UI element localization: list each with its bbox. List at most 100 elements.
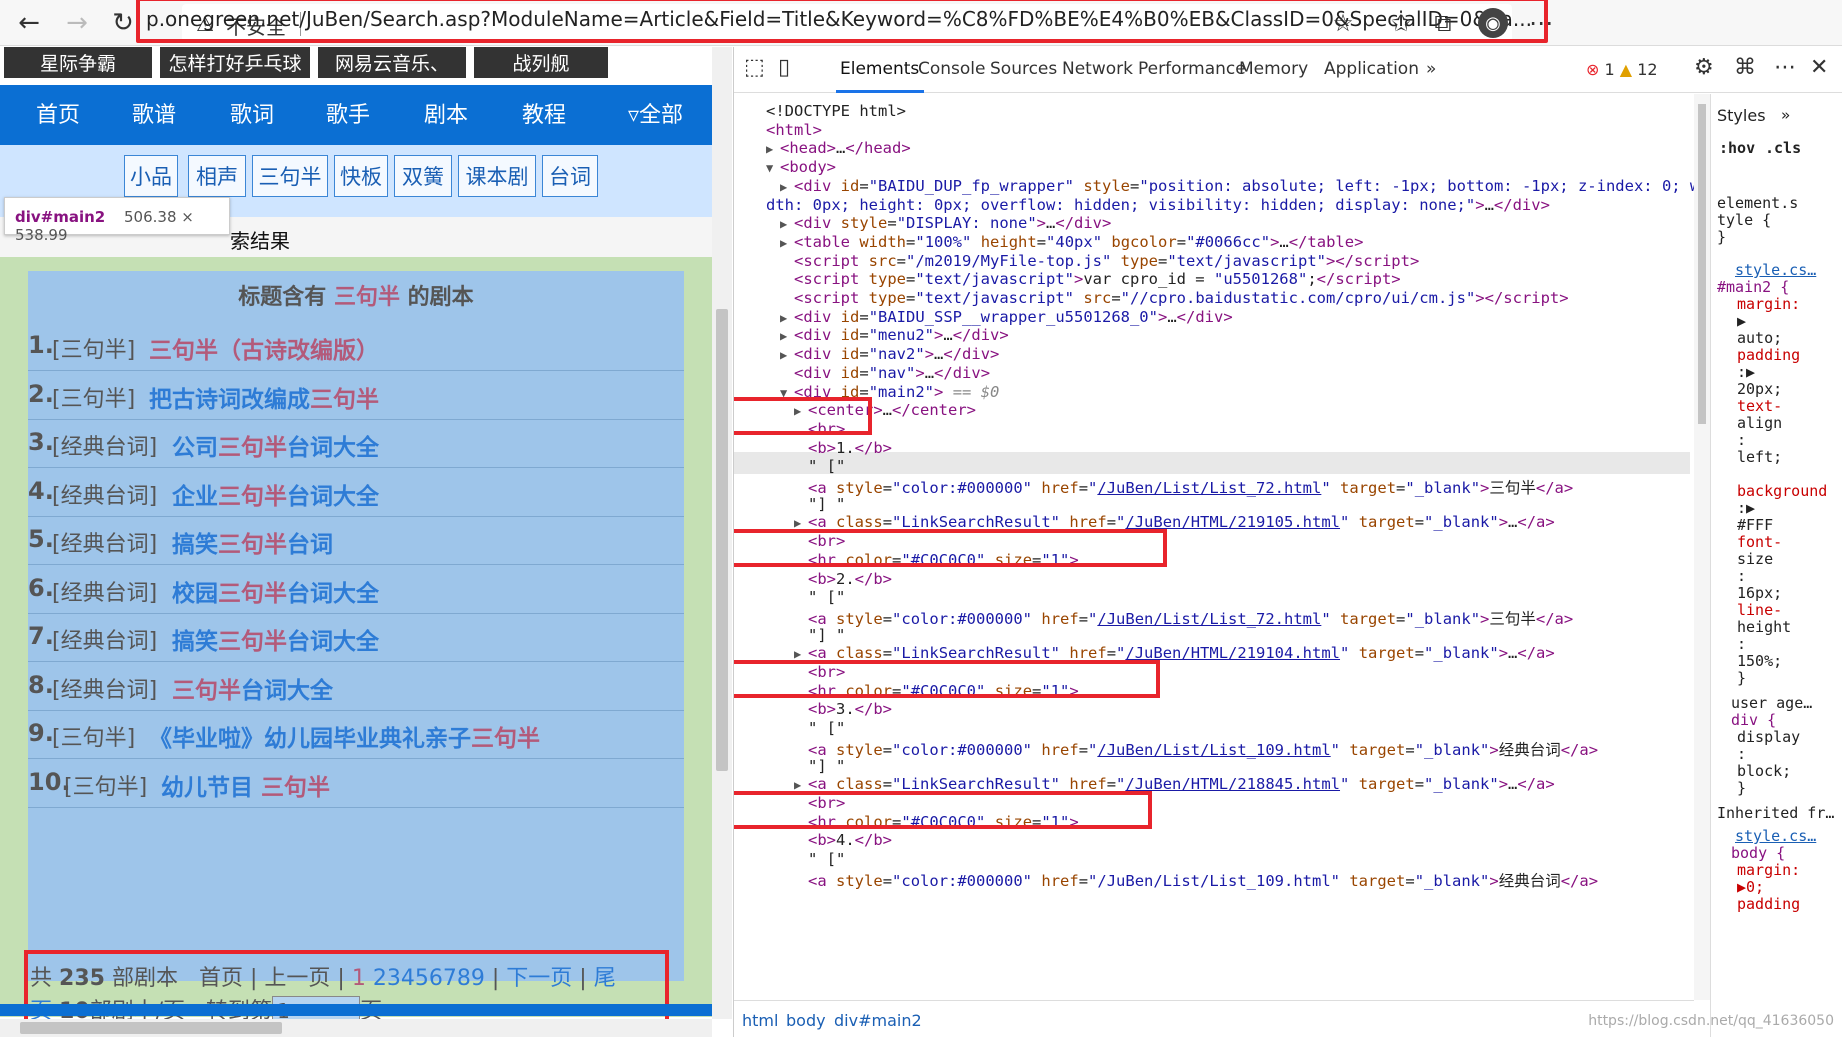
result-title-keyword[interactable]: 三句半	[218, 435, 287, 461]
nav-tutorials[interactable]: 教程	[522, 97, 566, 129]
tab-console[interactable]: Console	[918, 59, 986, 79]
inspect-element-icon[interactable]: ⬚	[744, 55, 765, 80]
result-title-keyword[interactable]: 三句半	[218, 484, 287, 510]
result-category-link[interactable]: [经典台词]	[52, 575, 157, 607]
back-icon[interactable]: ←	[12, 6, 46, 40]
result-title-text[interactable]: 台词	[287, 532, 333, 558]
tab-network[interactable]: Network	[1062, 59, 1133, 79]
expand-triangle-icon[interactable]: ▶	[780, 217, 794, 231]
result-title-text[interactable]: 台词大全	[287, 581, 379, 607]
breadcrumb-main2[interactable]: div#main2	[834, 1011, 922, 1030]
pager-home[interactable]: 首页	[199, 966, 243, 991]
expand-triangle-icon[interactable]: ▶	[780, 348, 794, 362]
pager-last[interactable]: 尾	[594, 966, 616, 991]
settings-gear-icon[interactable]: ⚙	[1694, 55, 1714, 80]
result-title-keyword[interactable]: 三句半	[310, 387, 379, 413]
expand-triangle-icon[interactable]: ▼	[766, 161, 780, 175]
breadcrumb-html[interactable]: html	[742, 1011, 778, 1030]
result-title-keyword[interactable]: 三句半（古诗改编版）	[149, 338, 379, 364]
nav-home[interactable]: 首页	[36, 97, 80, 129]
result-title-text[interactable]: 台词大全	[287, 435, 379, 461]
stylesheet-source-link[interactable]: style.cs…	[1735, 261, 1816, 279]
result-title-keyword[interactable]: 三句半	[172, 678, 241, 704]
result-title-keyword[interactable]: 三句半	[261, 775, 330, 801]
expand-triangle-icon[interactable]: ▶	[766, 142, 780, 156]
breadcrumb-body[interactable]: body	[786, 1011, 826, 1030]
result-title-link[interactable]: 搞笑三句半台词	[172, 525, 333, 559]
class-toggle[interactable]: .cls	[1765, 139, 1801, 157]
banner-item-3[interactable]: 网易云音乐、	[318, 47, 466, 78]
tab-memory[interactable]: Memory	[1239, 59, 1308, 79]
pager-next[interactable]: 下一页	[506, 966, 572, 991]
expand-triangle-icon[interactable]: ▶	[780, 329, 794, 343]
result-category-link[interactable]: [经典台词]	[52, 526, 157, 558]
tab-performance[interactable]: Performance	[1138, 59, 1246, 79]
result-category-link[interactable]: [经典台词]	[52, 478, 157, 510]
stylesheet-source-link-2[interactable]: style.cs…	[1735, 827, 1816, 845]
expand-triangle-icon[interactable]: ▶	[780, 180, 794, 194]
result-title-text[interactable]: 企业	[172, 484, 218, 510]
pager-page-link[interactable]: 4	[401, 966, 415, 991]
issues-counter[interactable]: ⊗ 1 ▲ 12	[1586, 60, 1658, 79]
dom-tree-scrollbar[interactable]	[1694, 94, 1710, 1000]
result-title-keyword[interactable]: 三句半	[218, 581, 287, 607]
category-xiaopin[interactable]: 小品	[124, 155, 178, 197]
page-vertical-scrollbar[interactable]	[712, 47, 732, 1019]
result-category-link[interactable]: [三句半]	[52, 332, 135, 364]
tab-elements[interactable]: Elements	[840, 59, 919, 79]
nav-all[interactable]: ▿全部	[628, 97, 683, 129]
result-title-text[interactable]: 搞笑	[172, 629, 218, 655]
result-category-link[interactable]: [三句半]	[52, 720, 135, 752]
banner-item-1[interactable]: 星际争霸	[4, 47, 152, 78]
result-category-link[interactable]: [经典台词]	[52, 623, 157, 655]
result-title-link[interactable]: 搞笑三句半台词大全	[172, 622, 379, 656]
device-toolbar-icon[interactable]: ▯	[778, 55, 790, 80]
more-menu-icon[interactable]: ⋯	[1524, 6, 1558, 40]
category-sanjuban[interactable]: 三句半	[252, 155, 328, 197]
pager-page-link[interactable]: 2	[373, 966, 387, 991]
favorite-star-icon[interactable]: ☆	[1326, 6, 1360, 40]
result-title-keyword[interactable]: 三句半	[218, 532, 287, 558]
expand-triangle-icon[interactable]: ▶	[780, 311, 794, 325]
category-xiangsheng[interactable]: 相声	[188, 155, 246, 197]
tab-sources[interactable]: Sources	[990, 59, 1057, 79]
forward-icon[interactable]: →	[60, 6, 94, 40]
refresh-icon[interactable]: ↻	[106, 6, 140, 40]
dom-node-line[interactable]: <a style="color:#000000" href="/JuBen/Li…	[794, 476, 1573, 498]
page-horizontal-scroll-thumb[interactable]	[20, 1022, 282, 1034]
hover-toggle[interactable]: :hov	[1719, 139, 1755, 157]
result-category-link[interactable]: [经典台词]	[52, 429, 157, 461]
result-title-link[interactable]: 幼儿节目 三句半	[161, 768, 330, 802]
page-horizontal-scrollbar[interactable]	[0, 1019, 712, 1037]
result-title-link[interactable]: 三句半台词大全	[172, 671, 333, 705]
result-category-link[interactable]: [经典台词]	[52, 672, 157, 704]
page-vertical-scroll-thumb[interactable]	[716, 309, 728, 771]
result-title-link[interactable]: 三句半（古诗改编版）	[149, 331, 379, 365]
pager-page-link[interactable]: 3	[387, 966, 401, 991]
result-title-text[interactable]: 公司	[172, 435, 218, 461]
result-title-link[interactable]: 校园三句半台词大全	[172, 574, 379, 608]
banner-item-4[interactable]: 战列舰	[474, 47, 608, 78]
result-title-text[interactable]: 幼儿节目	[161, 775, 261, 801]
pager-prev[interactable]: 上一页	[264, 966, 330, 991]
result-title-link[interactable]: 《毕业啦》幼儿园毕业典礼亲子三句半	[149, 719, 540, 753]
pager-page-link[interactable]: 8	[457, 966, 471, 991]
dom-node-line[interactable]: <a style="color:#000000" href="/JuBen/Li…	[794, 869, 1598, 891]
dom-tree-scroll-thumb[interactable]	[1698, 104, 1706, 424]
nav-lyrics[interactable]: 歌词	[230, 97, 274, 129]
favorites-list-icon[interactable]: ✩	[1384, 6, 1418, 40]
collections-icon[interactable]: ⧉	[1426, 6, 1460, 40]
pager-page-link[interactable]: 5	[415, 966, 429, 991]
result-title-link[interactable]: 公司三句半台词大全	[172, 428, 379, 462]
more-tabs-icon[interactable]: »	[1426, 59, 1436, 79]
banner-item-2[interactable]: 怎样打好乒乓球	[160, 47, 310, 78]
nav-singers[interactable]: 歌手	[326, 97, 370, 129]
nav-scripts[interactable]: 剧本	[424, 97, 468, 129]
result-title-text[interactable]: 搞笑	[172, 532, 218, 558]
category-taici[interactable]: 台词	[542, 155, 598, 197]
result-title-text[interactable]: 把古诗词改编成	[149, 387, 310, 413]
styles-more-icon[interactable]: »	[1781, 106, 1790, 124]
result-title-keyword[interactable]: 三句半	[471, 726, 540, 752]
pager-page-link[interactable]: 7	[443, 966, 457, 991]
result-category-link[interactable]: [三句半]	[64, 769, 147, 801]
